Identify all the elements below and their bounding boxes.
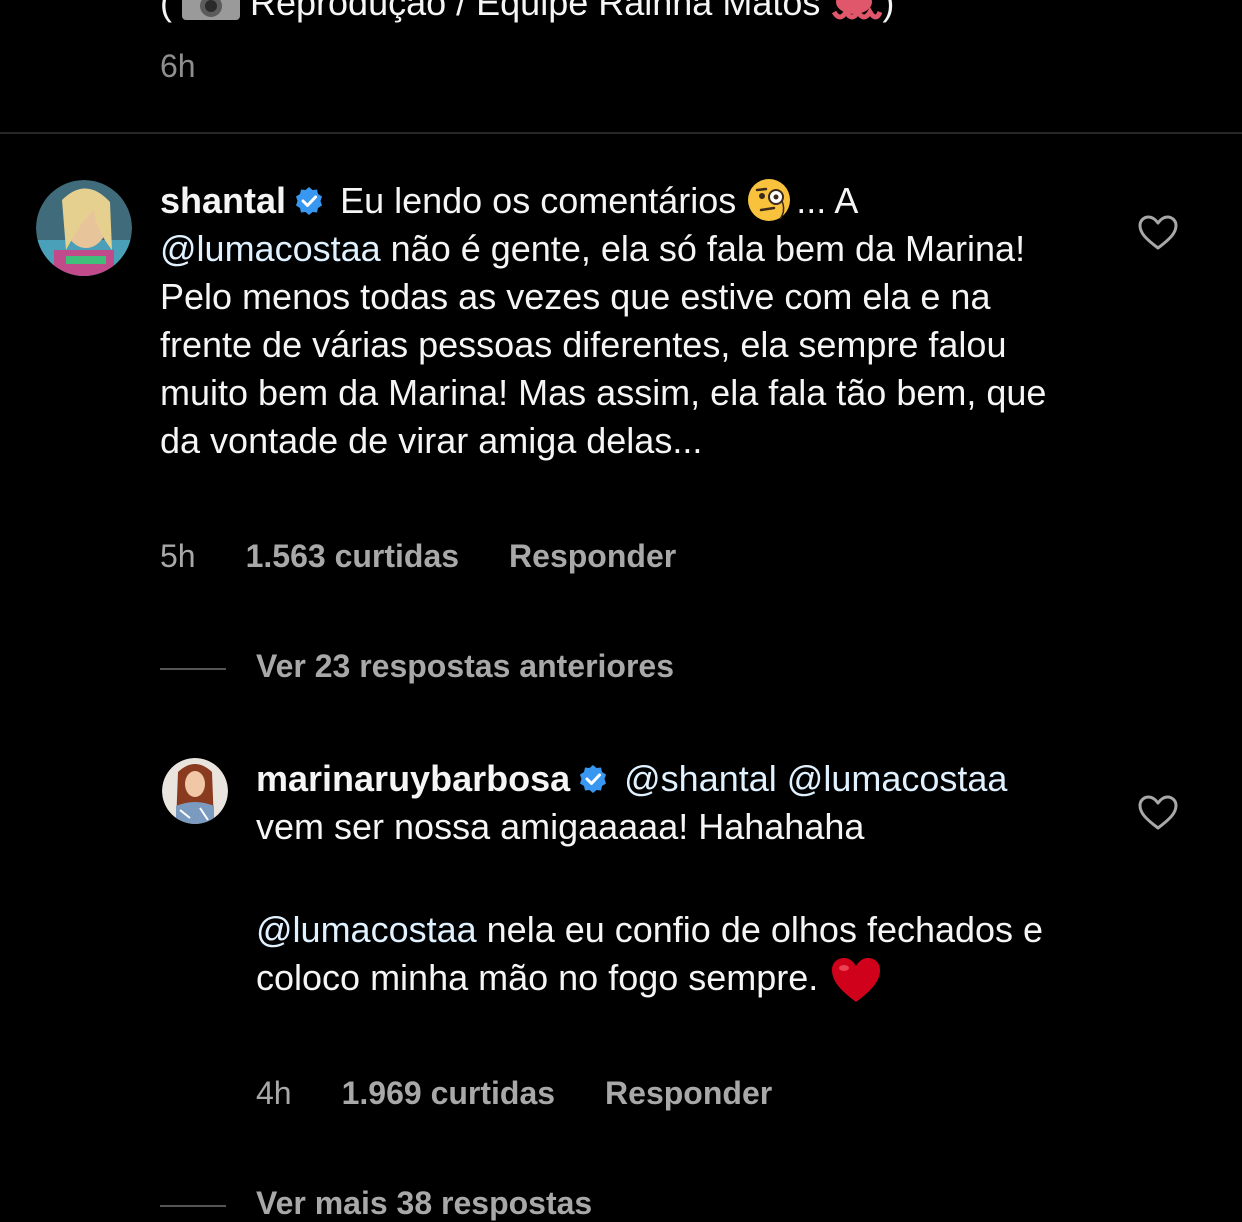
reply-marinaruybarbosa-second-paragraph: @lumacostaa nela eu confio de olhos fech… [256, 906, 1076, 1004]
heart-emoji [830, 956, 882, 1004]
likes-count[interactable]: 1.969 curtidas [342, 1075, 555, 1111]
username-shantal[interactable]: shantal [160, 180, 286, 221]
like-heart-icon[interactable] [1138, 795, 1178, 831]
comment-text-part: Eu lendo os comentários [340, 180, 737, 221]
username-marinaruybarbosa[interactable]: marinaruybarbosa [256, 758, 570, 799]
view-more-replies[interactable]: Ver mais 38 respostas [160, 1185, 592, 1222]
mention-lumacostaa[interactable]: @lumacostaa [787, 758, 1008, 799]
comment-shantal: shantal Eu lendo os comentários ... A @lu… [160, 177, 1060, 465]
monocle-face-emoji [746, 177, 792, 223]
view-more-replies-label[interactable]: Ver mais 38 respostas [256, 1185, 592, 1221]
reply-timestamp: 4h [256, 1075, 292, 1111]
likes-count[interactable]: 1.563 curtidas [246, 538, 459, 574]
post-caption-tail: ( Reprodução / Equipe Rainha Matos) [160, 0, 894, 24]
mention-lumacostaa[interactable]: @lumacostaa [160, 228, 381, 269]
post-timestamp: 6h [160, 48, 196, 84]
comment-text-part: ... A [796, 180, 857, 221]
replies-line [160, 667, 226, 670]
comment-timestamp: 5h [160, 538, 196, 574]
reply-marinaruybarbosa: marinaruybarbosa @shantal @lumacostaa ve… [256, 755, 1076, 851]
view-previous-replies-label[interactable]: Ver 23 respostas anteriores [256, 648, 674, 684]
avatar-marinaruybarbosa[interactable] [162, 758, 228, 824]
caption-paren-open: ( [160, 0, 172, 23]
camera-icon [180, 0, 242, 21]
caption-paren-close: ) [882, 0, 895, 23]
mention-shantal[interactable]: @shantal [624, 758, 777, 799]
divider [0, 132, 1242, 134]
replies-line [160, 1204, 226, 1207]
reply-button[interactable]: Responder [509, 538, 676, 574]
verified-badge-icon [294, 180, 324, 215]
comment-meta-shantal: 5h 1.563 curtidas Responder [160, 538, 726, 575]
avatar-shantal[interactable] [36, 180, 132, 276]
like-heart-icon[interactable] [1138, 215, 1178, 251]
mention-lumacostaa[interactable]: @lumacostaa [256, 909, 477, 950]
reply-button[interactable]: Responder [605, 1075, 772, 1111]
verified-badge-icon [578, 758, 608, 793]
octopus-icon [826, 0, 883, 21]
reply-meta-marinaruybarbosa: 4h 1.969 curtidas Responder [256, 1075, 822, 1112]
caption-credit-text: Reprodução / Equipe Rainha Matos [250, 0, 821, 23]
reply-text-part: vem ser nossa amigaaaaa! Hahahaha [256, 806, 865, 847]
view-previous-replies[interactable]: Ver 23 respostas anteriores [160, 648, 674, 685]
